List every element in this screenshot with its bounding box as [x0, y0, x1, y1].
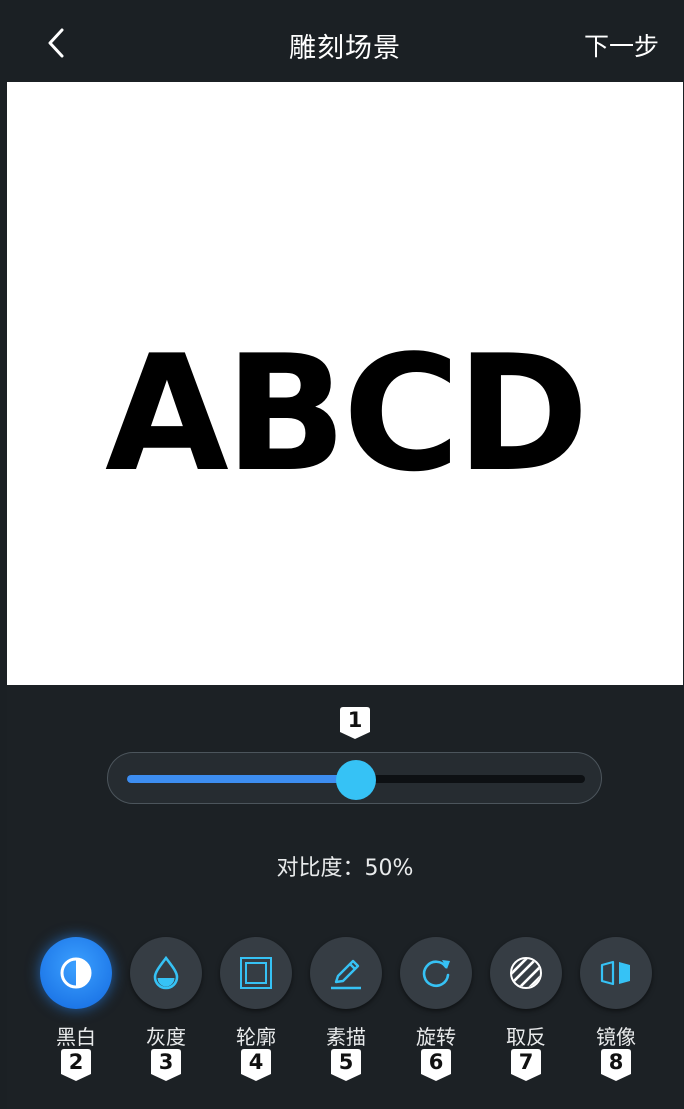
tool-label: 黑白: [56, 1025, 96, 1049]
pencil-icon: [331, 959, 361, 990]
tool-invert[interactable]: 取反 7: [481, 937, 571, 1087]
app-screen: 雕刻场景 下一步 ABCD 1 对比度：50% 黑白 2 灰度 3 轮廓 4 素…: [0, 0, 684, 1109]
tool-button[interactable]: [490, 937, 562, 1009]
tool-mirror[interactable]: 镜像 8: [571, 937, 661, 1087]
rotate-icon: [422, 960, 450, 988]
tool-label: 镜像: [596, 1025, 636, 1049]
filter-toolbar: 黑白 2 灰度 3 轮廓 4 素描 5 旋转 6 取反 7 镜像 8: [31, 937, 661, 1087]
callout-marker: 7: [511, 1049, 541, 1081]
tool-button[interactable]: [310, 937, 382, 1009]
preview-image-text: ABCD: [104, 320, 589, 507]
contrast-value-label: 对比度：50%: [276, 856, 414, 881]
callout-marker: 1: [340, 707, 370, 739]
top-bar: 雕刻场景 下一步: [7, 0, 683, 82]
contrast-half-icon: [60, 957, 92, 989]
water-drop-icon: [153, 955, 179, 990]
tool-label: 取反: [506, 1025, 546, 1049]
tool-button[interactable]: [220, 937, 292, 1009]
callout-number: 6: [428, 1050, 444, 1074]
mirror-icon: [600, 960, 630, 986]
tool-label: 旋转: [416, 1025, 456, 1049]
tool-label: 灰度: [146, 1025, 186, 1049]
tool-rotate[interactable]: 旋转 6: [391, 937, 481, 1087]
contrast-slider[interactable]: [107, 752, 602, 804]
callout-number: 7: [518, 1050, 534, 1074]
slider-fill: [127, 775, 356, 783]
tool-label: 轮廓: [236, 1025, 276, 1049]
adjust-panel: 1 对比度：50% 黑白 2 灰度 3 轮廓 4 素描 5 旋转 6 取反 7 …: [7, 685, 683, 1109]
callout-number: 8: [608, 1050, 624, 1074]
callout-marker: 8: [601, 1049, 631, 1081]
engraving-preview: ABCD: [7, 82, 683, 685]
slider-track[interactable]: [127, 760, 585, 800]
tool-black-white[interactable]: 黑白 2: [31, 937, 121, 1087]
tool-button[interactable]: [580, 937, 652, 1009]
callout-number: 2: [68, 1050, 84, 1074]
tool-sketch[interactable]: 素描 5: [301, 937, 391, 1087]
next-step-button[interactable]: 下一步: [584, 27, 659, 63]
tool-button[interactable]: [130, 937, 202, 1009]
callout-marker: 5: [331, 1049, 361, 1081]
callout-number: 5: [338, 1050, 354, 1074]
tool-button[interactable]: [400, 937, 472, 1009]
tool-button[interactable]: [40, 937, 112, 1009]
tool-outline[interactable]: 轮廓 4: [211, 937, 301, 1087]
slider-thumb[interactable]: [336, 760, 376, 800]
tool-grayscale[interactable]: 灰度 3: [121, 937, 211, 1087]
callout-marker: 2: [61, 1049, 91, 1081]
page-title: 雕刻场景: [289, 33, 401, 64]
invert-stripes-icon: [510, 957, 542, 989]
callout-number: 4: [248, 1050, 264, 1074]
callout-marker: 6: [421, 1049, 451, 1081]
outline-frame-icon: [240, 957, 272, 989]
callout-marker: 4: [241, 1049, 271, 1081]
tool-label: 素描: [326, 1025, 366, 1049]
callout-marker: 3: [151, 1049, 181, 1081]
callout-number: 3: [158, 1050, 174, 1074]
callout-number: 1: [347, 708, 363, 732]
